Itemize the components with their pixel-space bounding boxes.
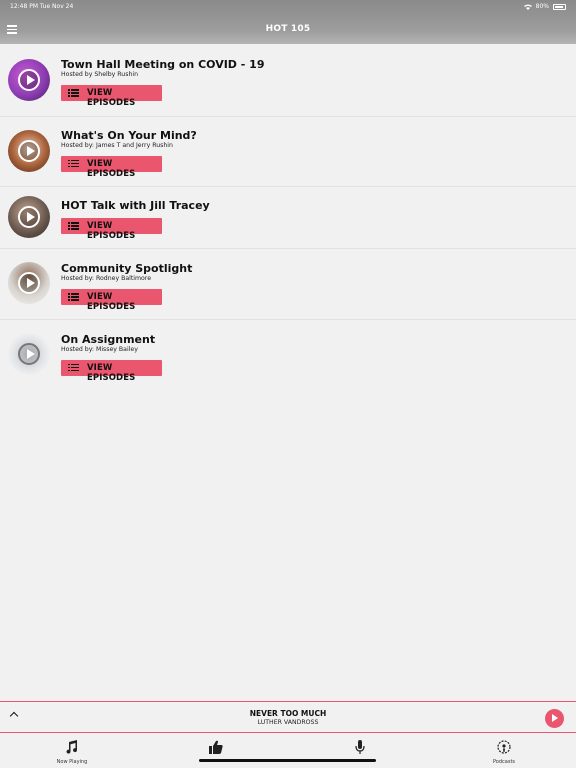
tab-now-playing[interactable]: Now Playing (32, 733, 112, 768)
podcast-title[interactable]: On Assignment (61, 333, 155, 346)
podcast-row[interactable]: On Assignment Hosted by: Missey Bailey V… (0, 320, 576, 390)
play-icon[interactable] (18, 272, 40, 294)
status-indicators: 80% (523, 3, 566, 10)
podcast-artwork[interactable] (8, 262, 50, 304)
podcast-artwork[interactable] (8, 196, 50, 238)
view-episodes-button[interactable]: VIEW EPISODES (61, 218, 162, 241)
thumbs-up-icon (209, 740, 223, 754)
track-title: NEVER TOO MUCH (249, 709, 327, 718)
home-indicator (199, 759, 376, 762)
podcast-host: Hosted by: Rodney Baltimore (61, 275, 151, 282)
podcast-title[interactable]: What's On Your Mind? (61, 129, 197, 142)
podcast-title[interactable]: Town Hall Meeting on COVID - 19 (61, 58, 264, 71)
tab-likes[interactable] (176, 733, 256, 768)
tab-request[interactable] (320, 733, 400, 768)
status-bar: 12:48 PM Tue Nov 24 80% (0, 0, 576, 14)
list-icon (68, 159, 79, 168)
podcast-row[interactable]: Town Hall Meeting on COVID - 19 Hosted b… (0, 46, 576, 117)
battery-icon (553, 3, 566, 10)
podcast-title[interactable]: Community Spotlight (61, 262, 192, 275)
app-header: 12:48 PM Tue Nov 24 80% HOT 105 (0, 0, 576, 44)
app-title: HOT 105 (265, 24, 311, 34)
tab-podcasts[interactable]: Podcasts (464, 733, 544, 768)
list-icon (68, 293, 79, 301)
play-button[interactable] (545, 709, 564, 728)
view-episodes-label: VIEW EPISODES (87, 362, 136, 383)
mini-player[interactable]: NEVER TOO MUCH LUTHER VANDROSS (0, 701, 576, 733)
podcast-icon (497, 740, 511, 754)
podcast-title[interactable]: HOT Talk with Jill Tracey (61, 199, 210, 212)
podcast-row[interactable]: HOT Talk with Jill Tracey VIEW EPISODES (0, 187, 576, 249)
list-icon (68, 89, 79, 97)
track-artist: LUTHER VANDROSS (257, 719, 319, 726)
view-episodes-button[interactable]: VIEW EPISODES (61, 85, 162, 108)
view-episodes-label: VIEW EPISODES (87, 158, 136, 179)
podcast-host: Hosted by Shelby Rushin (61, 71, 139, 78)
view-episodes-button[interactable]: VIEW EPISODES (61, 155, 162, 179)
podcast-host: Hosted by: James T and Jerry Rushin (61, 141, 173, 149)
podcast-row[interactable]: Community Spotlight Hosted by: Rodney Ba… (0, 249, 576, 320)
battery-percent: 80% (535, 3, 549, 10)
status-time: 12:48 PM Tue Nov 24 (10, 3, 74, 10)
list-icon (68, 363, 79, 372)
podcast-row[interactable]: What's On Your Mind? Hosted by: James T … (0, 117, 576, 187)
tab-label: Podcasts (492, 759, 516, 765)
podcast-artwork[interactable] (8, 129, 50, 172)
play-icon[interactable] (18, 342, 40, 365)
view-episodes-button[interactable]: VIEW EPISODES (61, 289, 162, 312)
play-icon[interactable] (18, 69, 40, 91)
podcast-host: Hosted by: Missey Bailey (61, 345, 138, 353)
tab-bar: Now Playing Podcasts (0, 733, 576, 768)
view-episodes-button[interactable]: VIEW EPISODES (61, 359, 162, 383)
list-icon (68, 222, 79, 230)
view-episodes-label: VIEW EPISODES (87, 292, 136, 312)
tab-label: Now Playing (56, 759, 88, 765)
view-episodes-label: VIEW EPISODES (87, 88, 136, 108)
podcast-list: Town Hall Meeting on COVID - 19 Hosted b… (0, 46, 576, 389)
play-icon[interactable] (18, 139, 40, 162)
wifi-icon (523, 4, 532, 10)
podcast-artwork[interactable] (8, 59, 50, 101)
music-note-icon (66, 740, 78, 754)
view-episodes-label: VIEW EPISODES (87, 221, 136, 241)
podcast-artwork[interactable] (8, 332, 50, 375)
play-icon[interactable] (18, 206, 40, 228)
microphone-icon (355, 740, 365, 754)
